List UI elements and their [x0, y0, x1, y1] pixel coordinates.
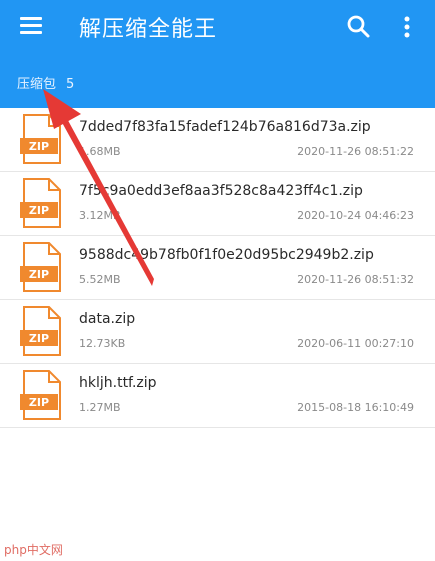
zip-badge-label: ZIP [29, 396, 49, 409]
zip-badge-label: ZIP [29, 268, 49, 281]
zip-badge-label: ZIP [29, 332, 49, 345]
file-count: 5 [66, 77, 75, 92]
hamburger-menu-icon[interactable] [20, 17, 42, 35]
file-list: ZIP 7dded7f83fa15fadef124b76a816d73a.zip… [0, 108, 435, 428]
file-size: 1.27MB [79, 401, 121, 414]
file-name: hkljh.ttf.zip [79, 375, 157, 391]
zip-file-icon: ZIP [20, 114, 61, 164]
file-size: 1.68MB [79, 145, 121, 158]
file-row[interactable]: ZIP data.zip 12.73KB 2020-06-11 00:27:10 [0, 300, 435, 364]
file-name: data.zip [79, 311, 136, 327]
file-row[interactable]: ZIP 7dded7f83fa15fadef124b76a816d73a.zip… [0, 108, 435, 172]
zip-file-icon: ZIP [20, 242, 61, 292]
file-date: 2020-10-24 04:46:23 [297, 209, 414, 222]
zip-file-icon: ZIP [20, 306, 61, 356]
file-date: 2020-11-26 08:51:22 [297, 145, 414, 158]
file-name: 7f5c9a0edd3ef8aa3f528c8a423ff4c1.zip [79, 183, 363, 199]
breadcrumb[interactable]: 压缩包 5 [17, 73, 74, 92]
app-bar: 解压缩全能王 压缩包 5 [0, 0, 435, 108]
search-icon[interactable] [346, 14, 372, 40]
file-date: 2020-11-26 08:51:32 [297, 273, 414, 286]
app-title: 解压缩全能王 [79, 17, 218, 42]
file-size: 12.73KB [79, 337, 126, 350]
file-row[interactable]: ZIP 7f5c9a0edd3ef8aa3f528c8a423ff4c1.zip… [0, 172, 435, 236]
file-date: 2015-08-18 16:10:49 [297, 401, 414, 414]
file-name: 9588dc49b78fb0f1f0e20d95bc2949b2.zip [79, 247, 374, 263]
zip-file-icon: ZIP [20, 178, 61, 228]
file-row[interactable]: ZIP 9588dc49b78fb0f1f0e20d95bc2949b2.zip… [0, 236, 435, 300]
watermark: php中文网 [4, 543, 63, 557]
breadcrumb-folder-label: 压缩包 [17, 77, 57, 92]
zip-badge-label: ZIP [29, 204, 49, 217]
zip-badge-label: ZIP [29, 140, 49, 153]
more-vert-icon[interactable] [400, 14, 414, 40]
file-size: 3.12MB [79, 209, 121, 222]
file-row[interactable]: ZIP hkljh.ttf.zip 1.27MB 2015-08-18 16:1… [0, 364, 435, 428]
file-name: 7dded7f83fa15fadef124b76a816d73a.zip [79, 119, 371, 135]
zip-file-icon: ZIP [20, 370, 61, 420]
file-date: 2020-06-11 00:27:10 [297, 337, 414, 350]
file-size: 5.52MB [79, 273, 121, 286]
